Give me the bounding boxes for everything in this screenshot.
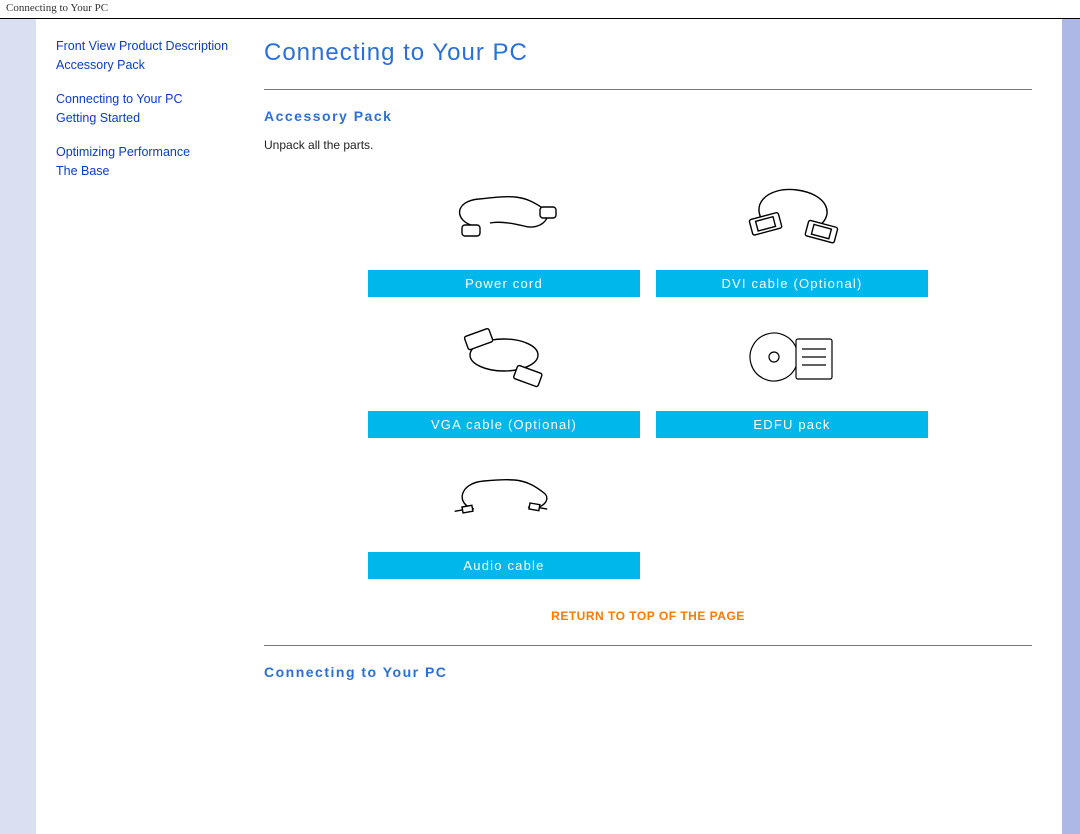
accessory-cell-empty	[656, 444, 928, 579]
return-to-top-link[interactable]: RETURN TO TOP OF THE PAGE	[264, 609, 1032, 623]
main-content: Connecting to Your PC Accessory Pack Unp…	[246, 19, 1062, 834]
accessory-cell-edfu: EDFU pack	[656, 303, 928, 438]
accessory-grid: Power cord	[368, 162, 928, 579]
accessory-label: VGA cable (Optional)	[368, 411, 640, 438]
sidebar-nav: Front View Product Description Accessory…	[36, 19, 246, 834]
window-title-bar: Connecting to Your PC	[0, 0, 1080, 18]
dvi-cable-icon	[656, 162, 928, 270]
left-accent-stripe	[0, 19, 36, 834]
accessory-cell-dvi: DVI cable (Optional)	[656, 162, 928, 297]
divider	[264, 89, 1032, 90]
sidebar-item-the-base[interactable]: The Base	[56, 162, 234, 181]
section-intro: Unpack all the parts.	[264, 138, 1032, 152]
right-accent-stripe	[1062, 19, 1080, 834]
section-heading-accessory: Accessory Pack	[264, 108, 1032, 124]
accessory-label: DVI cable (Optional)	[656, 270, 928, 297]
window-title: Connecting to Your PC	[6, 2, 108, 14]
accessory-cell-audio: Audio cable	[368, 444, 640, 579]
edfu-pack-icon	[656, 303, 928, 411]
accessory-label: Audio cable	[368, 552, 640, 579]
sidebar-item-accessory-pack[interactable]: Accessory Pack	[56, 56, 234, 75]
sidebar-item-getting-started[interactable]: Getting Started	[56, 109, 234, 128]
sidebar-item-connecting[interactable]: Connecting to Your PC	[56, 90, 234, 109]
accessory-cell-vga: VGA cable (Optional)	[368, 303, 640, 438]
accessory-cell-power-cord: Power cord	[368, 162, 640, 297]
sidebar-item-front-view[interactable]: Front View Product Description	[56, 37, 234, 56]
power-cord-icon	[368, 162, 640, 270]
section-heading-connecting: Connecting to Your PC	[264, 664, 1032, 680]
page-title: Connecting to Your PC	[264, 39, 1032, 67]
sidebar-item-optimizing[interactable]: Optimizing Performance	[56, 143, 234, 162]
divider	[264, 645, 1032, 646]
vga-cable-icon	[368, 303, 640, 411]
accessory-label: EDFU pack	[656, 411, 928, 438]
audio-cable-icon	[368, 444, 640, 552]
accessory-label: Power cord	[368, 270, 640, 297]
